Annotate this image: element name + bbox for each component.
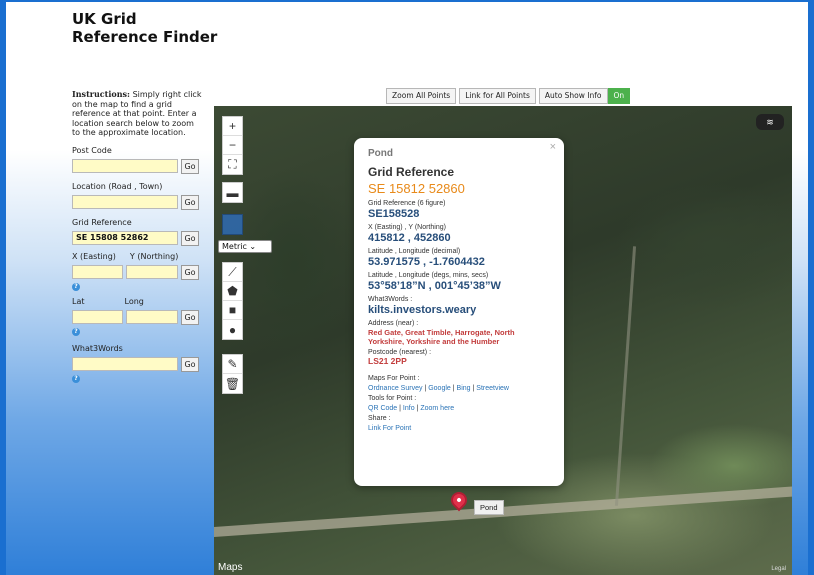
xy-label: X (Easting) , Y (Northing): [368, 224, 446, 231]
latlong-go-button[interactable]: Go: [181, 309, 199, 325]
address-label: Address (near) :: [368, 320, 419, 327]
maps-for-point-label: Maps For Point :: [368, 375, 420, 382]
popup-place-name: Pond: [368, 148, 393, 159]
edit-controls: ✎ 🗑: [222, 354, 243, 394]
nearest-postcode-label: Postcode (nearest) :: [368, 349, 432, 356]
northing-input[interactable]: [126, 265, 178, 279]
what3words-popup-value: kilts.investors.weary: [368, 304, 477, 316]
long-label: Long: [124, 296, 144, 306]
share-label: Share :: [368, 415, 391, 422]
lat-label: Lat: [72, 296, 85, 306]
draw-polygon-icon[interactable]: ⬟: [223, 282, 242, 301]
zoom-in-button[interactable]: +: [223, 117, 242, 136]
measure-area-swatch[interactable]: [222, 214, 243, 235]
zoom-controls: + − ⛶: [222, 116, 243, 175]
long-input[interactable]: [126, 310, 178, 324]
postcode-input[interactable]: [72, 159, 178, 173]
location-label: Location (Road , Town): [72, 181, 163, 191]
zoom-out-button[interactable]: −: [223, 136, 242, 155]
latlon-decimal-label: Latitude , Longitude (decimal): [368, 248, 461, 255]
layers-icon[interactable]: ≋: [756, 114, 784, 130]
draw-circle-icon[interactable]: ●: [223, 320, 242, 339]
apple-maps-logo: Maps: [218, 562, 243, 573]
info-link[interactable]: Info: [403, 405, 415, 412]
bing-link[interactable]: Bing: [457, 385, 471, 392]
latlon-dms-value: 53°58’18”N , 001°45’38”W: [368, 280, 501, 292]
location-go-button[interactable]: Go: [181, 194, 199, 210]
what3words-popup-label: What3Words :: [368, 296, 413, 303]
easting-input[interactable]: [72, 265, 123, 279]
draw-line-icon[interactable]: ⟋: [223, 263, 242, 282]
folder-icon[interactable]: ▬: [223, 183, 242, 202]
link-all-points-button[interactable]: Link for All Points: [459, 88, 536, 104]
separator: |: [416, 405, 419, 412]
gridref-label: Grid Reference: [72, 217, 132, 227]
edit-icon[interactable]: ✎: [223, 355, 242, 374]
trash-icon[interactable]: 🗑: [223, 374, 242, 393]
popup-grid-ref: SE 15812 52860: [368, 181, 465, 196]
latlon-dms-label: Latitude , Longitude (degs, mins, secs): [368, 272, 489, 279]
what3words-help-icon[interactable]: ?: [72, 374, 80, 383]
marker-label: Pond: [474, 500, 504, 515]
satellite-map[interactable]: + − ⛶ ▬ Metric ⌄ ⟋ ⬟ ■ ● ✎ 🗑 ≋ × Pond Gr…: [214, 106, 792, 575]
nearest-postcode-value: LS21 2PP: [368, 356, 407, 366]
northing-label: Y (Northing): [129, 251, 179, 261]
instructions-heading: Instructions:: [72, 89, 131, 99]
xy-help-icon[interactable]: ?: [72, 282, 80, 291]
auto-show-info-button[interactable]: Auto Show Info: [538, 88, 608, 104]
location-input[interactable]: [72, 195, 178, 209]
streetview-link[interactable]: Streetview: [476, 385, 509, 392]
google-link[interactable]: Google: [428, 385, 451, 392]
draw-rectangle-icon[interactable]: ■: [223, 301, 242, 320]
instructions: Instructions: Simply right click on the …: [72, 89, 202, 138]
what3words-input[interactable]: [72, 357, 178, 371]
latlong-help-icon[interactable]: ?: [72, 327, 80, 336]
link-for-point[interactable]: Link For Point: [368, 424, 550, 434]
fullscreen-button[interactable]: ⛶: [223, 155, 242, 174]
postcode-go-button[interactable]: Go: [181, 158, 199, 174]
close-icon[interactable]: ×: [550, 141, 556, 153]
xy-go-button[interactable]: Go: [181, 264, 199, 280]
sidebar: Instructions: Simply right click on the …: [72, 89, 202, 383]
what3words-label: What3Words: [72, 343, 123, 353]
units-select[interactable]: Metric ⌄: [218, 240, 272, 253]
legal-link[interactable]: Legal: [771, 566, 786, 572]
address-value: Red Gate, Great Timble, Harrogate, North…: [368, 328, 515, 345]
map-marker-icon[interactable]: [447, 488, 471, 512]
separator: |: [472, 385, 475, 392]
what3words-go-button[interactable]: Go: [181, 356, 199, 372]
map-toolbar: Zoom All Points Link for All Points Auto…: [386, 88, 631, 104]
info-popup: × Pond Grid Reference SE 15812 52860 Gri…: [354, 138, 564, 486]
postcode-label: Post Code: [72, 145, 112, 155]
qr-code-link[interactable]: QR Code: [368, 405, 397, 412]
lat-input[interactable]: [72, 310, 123, 324]
easting-label: X (Easting): [72, 251, 116, 261]
gridref-go-button[interactable]: Go: [181, 230, 199, 246]
latlon-decimal-value: 53.971575 , -1.7604432: [368, 256, 485, 268]
ordnance-survey-link[interactable]: Ordnance Survey: [368, 385, 422, 392]
popup-heading: Grid Reference: [368, 165, 455, 179]
zoom-here-link[interactable]: Zoom here: [420, 405, 454, 412]
app-title-line1: UK Grid: [72, 10, 137, 28]
map-track: [614, 246, 637, 506]
xy-value: 415812 , 452860: [368, 232, 451, 244]
gridref-input[interactable]: SE 15808 52862: [72, 231, 178, 245]
units-select-value: Metric: [222, 242, 247, 251]
auto-show-info-toggle[interactable]: On: [607, 88, 631, 104]
folder-control: ▬: [222, 182, 243, 203]
draw-controls: ⟋ ⬟ ■ ●: [222, 262, 243, 340]
app-title-line2: Reference Finder: [72, 28, 218, 46]
separator: |: [424, 385, 427, 392]
zoom-all-points-button[interactable]: Zoom All Points: [386, 88, 457, 104]
six-fig-label: Grid Reference (6 figure): [368, 200, 446, 207]
separator: |: [452, 385, 455, 392]
separator: |: [399, 405, 401, 412]
tools-for-point-label: Tools for Point :: [368, 395, 417, 402]
six-fig-value: SE158528: [368, 208, 420, 220]
app-title: UK Grid Reference Finder: [72, 10, 217, 46]
